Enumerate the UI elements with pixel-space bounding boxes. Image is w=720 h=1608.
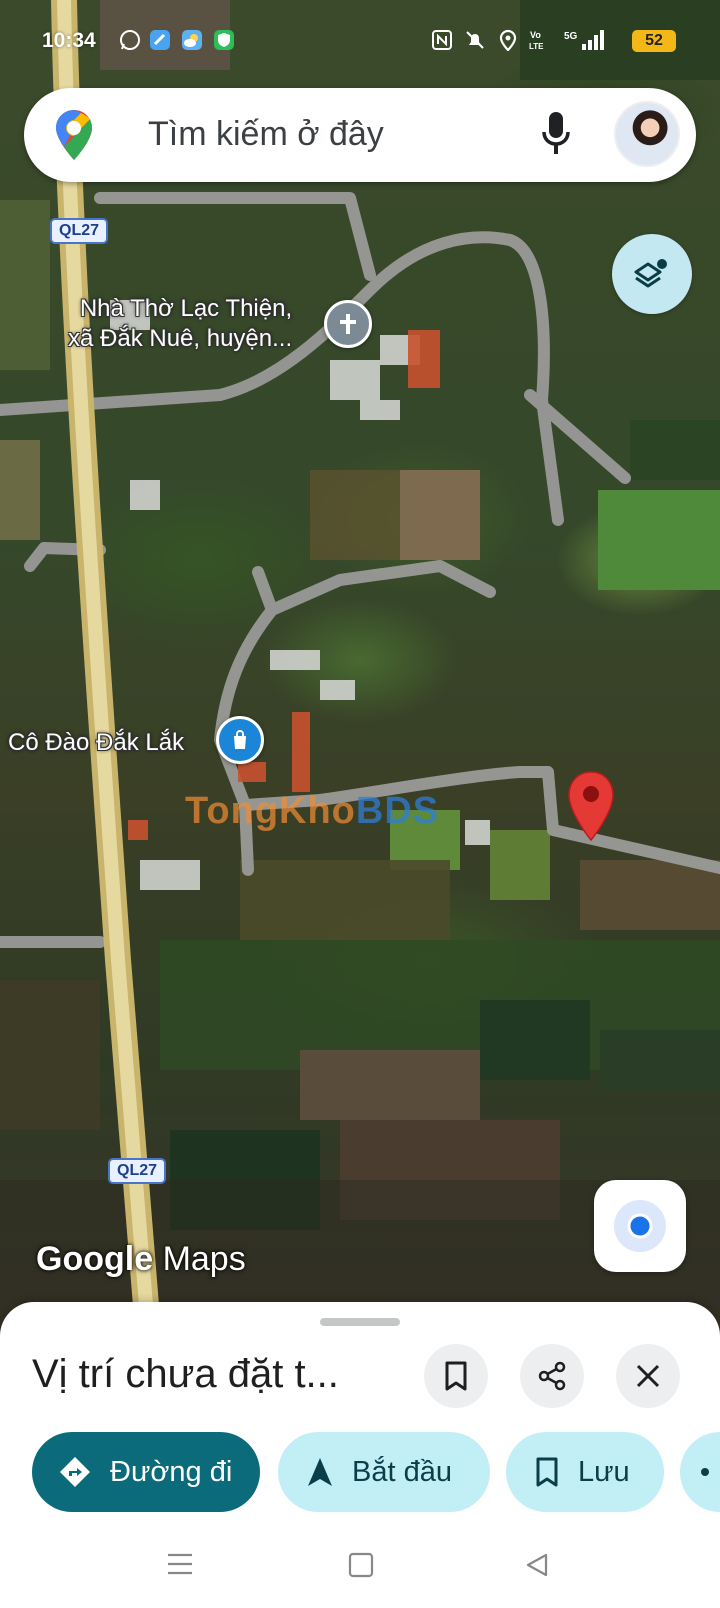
church-cross-icon <box>340 314 356 334</box>
battery-indicator: 52 <box>632 30 676 52</box>
navigation-arrow-icon <box>308 1458 332 1486</box>
google-maps-pin-icon <box>56 110 92 160</box>
svg-text:5G: 5G <box>564 31 578 42</box>
save-chip[interactable]: Lưu <box>506 1432 664 1512</box>
church-pin[interactable] <box>324 300 372 348</box>
drag-handle[interactable] <box>320 1318 400 1326</box>
location-icon <box>496 28 520 52</box>
bookmark-icon <box>445 1361 467 1391</box>
microphone-icon[interactable] <box>541 110 571 158</box>
menu-icon[interactable] <box>166 1552 194 1576</box>
start-chip[interactable]: Bắt đầu <box>278 1432 490 1512</box>
logo-google: Google <box>36 1240 154 1278</box>
road-network <box>0 0 720 1330</box>
share-icon <box>701 1468 709 1476</box>
shopping-bag-icon <box>234 730 246 749</box>
system-nav-bar <box>0 1530 720 1608</box>
save-chip-label: Lưu <box>578 1455 630 1488</box>
close-button[interactable] <box>616 1344 680 1408</box>
home-square-icon[interactable] <box>348 1552 374 1578</box>
my-location-icon <box>614 1200 666 1252</box>
back-triangle-icon[interactable] <box>524 1552 550 1578</box>
share-icon <box>538 1361 566 1391</box>
mute-icon <box>463 28 487 52</box>
volte-icon: Vo LTE <box>528 28 552 52</box>
bookmark-icon <box>536 1457 558 1487</box>
watermark-part1: TongKho <box>185 790 356 832</box>
church-label[interactable]: Nhà Thờ Lạc Thiện, xã Đắk Nuê, huyện... <box>68 294 292 354</box>
map-view[interactable]: QL27 QL27 Nhà Thờ Lạc Thiện, xã Đắk Nuê,… <box>0 0 720 1330</box>
directions-chip[interactable]: Đường đi <box>32 1432 260 1512</box>
share-button[interactable] <box>520 1344 584 1408</box>
5g-signal-icon: 5G <box>564 28 608 52</box>
layers-button[interactable] <box>612 234 692 314</box>
directions-icon <box>60 1457 90 1487</box>
logo-maps: Maps <box>162 1240 246 1278</box>
close-icon <box>636 1364 660 1388</box>
nfc-icon <box>430 28 454 52</box>
place-title: Vị trí chưa đặt t... <box>32 1352 339 1396</box>
search-bar[interactable]: Tìm kiếm ở đây <box>24 88 696 182</box>
status-bar: 10:34 Vo LTE 5G 52 <box>0 0 720 80</box>
save-bookmark-button[interactable] <box>424 1344 488 1408</box>
weather-icon <box>180 28 204 52</box>
road-shield: QL27 <box>108 1158 167 1184</box>
avatar[interactable] <box>614 101 680 167</box>
shield-app-icon <box>212 28 236 52</box>
more-chip[interactable] <box>680 1432 720 1512</box>
status-time: 10:34 <box>42 29 96 52</box>
my-location-button[interactable] <box>594 1180 686 1272</box>
action-chips: Đường đi Bắt đầu Lưu <box>0 1432 720 1514</box>
start-chip-label: Bắt đầu <box>352 1455 452 1488</box>
shop-pin[interactable] <box>216 716 264 764</box>
svg-text:LTE: LTE <box>529 42 544 51</box>
layers-icon <box>634 259 667 288</box>
google-maps-logo: Google Maps <box>36 1240 246 1279</box>
search-placeholder[interactable]: Tìm kiếm ở đây <box>148 115 384 154</box>
directions-chip-label: Đường đi <box>110 1455 233 1488</box>
whatsapp-icon <box>118 28 142 52</box>
svg-text:Vo: Vo <box>530 30 541 40</box>
dropped-pin-icon[interactable] <box>566 770 616 842</box>
shop-label[interactable]: Cô Đào Đắk Lắk <box>8 728 184 758</box>
watermark: TongKhoBDS <box>185 790 439 833</box>
road-shield: QL27 <box>50 218 109 244</box>
app-icon <box>148 28 172 52</box>
watermark-part2: BDS <box>355 790 440 832</box>
